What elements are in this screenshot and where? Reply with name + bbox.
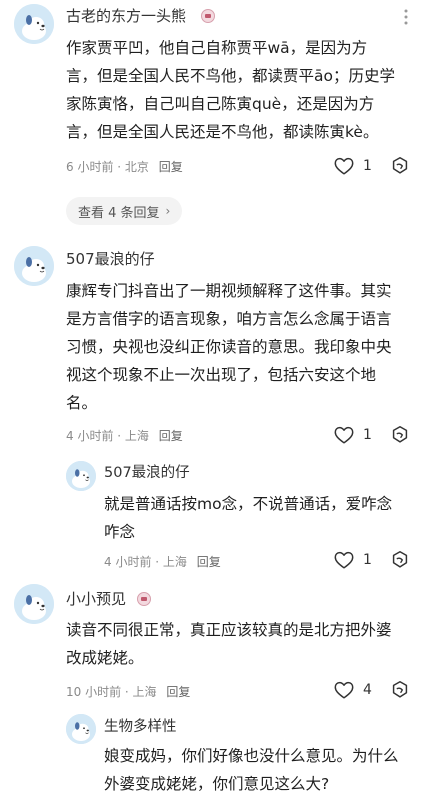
chevron-right-icon: › <box>165 204 171 218</box>
avatar[interactable] <box>14 246 54 286</box>
meta-separator: · <box>151 555 163 569</box>
reply-username[interactable]: 507最浪的仔 <box>104 461 190 482</box>
comment-time: 4 小时前 <box>66 429 114 443</box>
comment-username[interactable]: 507最浪的仔 <box>66 248 155 269</box>
share-icon[interactable] <box>389 679 411 701</box>
avatar[interactable] <box>14 584 54 624</box>
share-icon[interactable] <box>389 424 411 446</box>
heart-icon <box>333 424 355 446</box>
reply-text: 就是普通话按mo念，不说普通话，爱咋念咋念 <box>104 495 393 541</box>
heart-icon <box>333 155 355 177</box>
view-replies-label: 查看 4 条回复 <box>78 205 160 221</box>
comment-location: 上海 <box>132 685 157 699</box>
comment-meta: 4 小时前 · 上海 回复 <box>66 427 183 444</box>
comment-time: 6 小时前 <box>66 160 114 174</box>
avatar-image-icon <box>66 714 96 744</box>
avatar-image-icon <box>14 4 54 44</box>
reply-text: 娘变成妈，你们好像也没什么意见。为什么外婆变成姥姥，你们意见这么大? <box>104 747 399 793</box>
like-count: 1 <box>363 158 372 174</box>
avatar-image-icon <box>14 246 54 286</box>
comment-location: 北京 <box>124 160 149 174</box>
avatar[interactable] <box>66 714 96 744</box>
reply-button[interactable]: 回复 <box>166 685 190 699</box>
reply-location: 上海 <box>162 555 187 569</box>
reply-username[interactable]: 生物多样性 <box>104 715 177 736</box>
heart-icon <box>333 679 355 701</box>
reply-button[interactable]: 回复 <box>197 555 221 569</box>
share-icon[interactable] <box>389 549 411 571</box>
comment-text: 康辉专门抖音出了一期视频解释了这件事。其实是方言借字的语言现象，咱方言怎么念属于… <box>66 282 392 412</box>
reply-button[interactable]: 回复 <box>159 429 183 443</box>
avatar[interactable] <box>66 461 96 491</box>
like-count: 4 <box>363 682 372 698</box>
like-button[interactable]: 4 <box>333 679 372 701</box>
user-badge-icon <box>137 592 151 606</box>
comment-meta: 10 小时前 · 上海 回复 <box>66 683 190 700</box>
meta-separator: · <box>113 429 125 443</box>
comment-location: 上海 <box>124 429 149 443</box>
avatar-image-icon <box>14 584 54 624</box>
avatar[interactable] <box>14 4 54 44</box>
comment-text: 作家贾平凹，他自己自称贾平wā，是因为方言，但是全国人民不鸟他，都读贾平āo；历… <box>66 39 395 141</box>
user-badge-icon <box>201 9 215 23</box>
like-button[interactable]: 1 <box>333 549 372 571</box>
share-icon[interactable] <box>389 155 411 177</box>
like-count: 1 <box>363 552 372 568</box>
comment-username[interactable]: 小小预见 <box>66 588 126 609</box>
more-dots-icon[interactable] <box>397 8 415 26</box>
like-button[interactable]: 1 <box>333 155 372 177</box>
view-replies-button[interactable]: 查看 4 条回复 › <box>66 197 183 225</box>
heart-icon <box>333 549 355 571</box>
comment-text: 读音不同很正常，真正应该较真的是北方把外婆改成姥姥。 <box>66 621 392 667</box>
meta-separator: · <box>113 160 125 174</box>
meta-separator: · <box>121 685 133 699</box>
like-button[interactable]: 1 <box>333 424 372 446</box>
comment-meta: 6 小时前 · 北京 回复 <box>66 158 183 175</box>
like-count: 1 <box>363 427 372 443</box>
reply-meta: 4 小时前 · 上海 回复 <box>104 553 221 570</box>
reply-button[interactable]: 回复 <box>159 160 183 174</box>
avatar-image-icon <box>66 461 96 491</box>
comment-username[interactable]: 古老的东方一头熊 <box>66 5 186 26</box>
reply-time: 4 小时前 <box>104 555 152 569</box>
comment-time: 10 小时前 <box>66 685 122 699</box>
